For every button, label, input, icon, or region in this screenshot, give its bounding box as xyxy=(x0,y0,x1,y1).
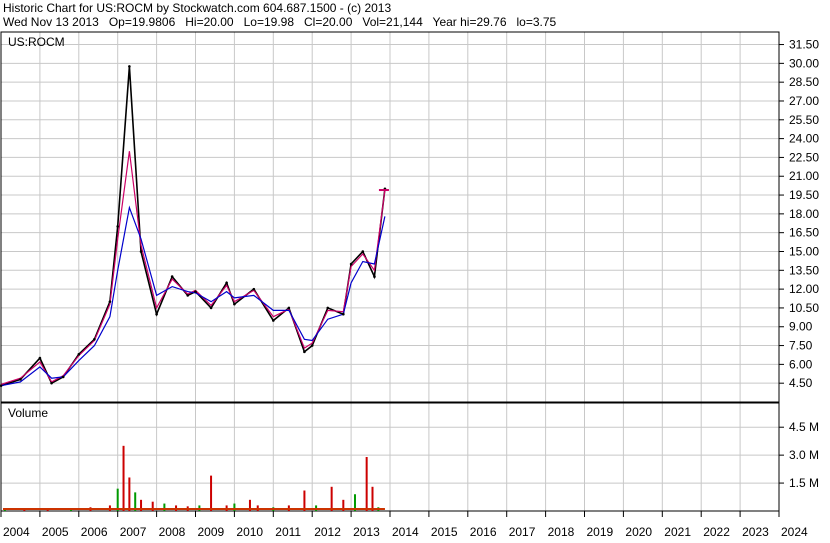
volume-bar xyxy=(122,445,125,511)
volume-tick-label: 1.5 M xyxy=(789,476,819,490)
price-point xyxy=(139,250,143,253)
price-point xyxy=(349,262,353,266)
price-point xyxy=(361,250,365,253)
price-tick-label: 31.50 xyxy=(789,38,819,52)
price-point xyxy=(108,300,112,303)
volume-bar xyxy=(128,477,131,511)
price-point xyxy=(272,319,275,322)
price-tick-label: 4.50 xyxy=(789,376,813,390)
price-point xyxy=(209,306,213,310)
year-tick-label: 2008 xyxy=(159,525,186,539)
price-point xyxy=(170,275,174,278)
year-tick-label: 2005 xyxy=(42,525,69,539)
price-point xyxy=(326,306,330,310)
price-point xyxy=(303,350,306,354)
price-point xyxy=(310,344,314,347)
volume-bar xyxy=(371,486,374,511)
year-tick-label: 2014 xyxy=(392,525,419,539)
year-tick-label: 2020 xyxy=(625,525,652,539)
price-tick-label: 21.00 xyxy=(789,169,819,183)
price-tick-label: 22.50 xyxy=(789,150,819,164)
year-tick-label: 2010 xyxy=(236,525,263,539)
volume-baseline-strip xyxy=(3,508,385,510)
year-tick-label: 2017 xyxy=(509,525,536,539)
year-tick-label: 2023 xyxy=(742,525,769,539)
year-tick-label: 2009 xyxy=(198,525,225,539)
price-tick-label: 27.00 xyxy=(789,94,819,108)
year-tick-label: 2004 xyxy=(3,525,30,539)
year-tick-label: 2021 xyxy=(664,525,691,539)
price-point xyxy=(61,375,65,379)
price-tick-label: 9.00 xyxy=(789,320,813,334)
price-point xyxy=(225,281,228,285)
volume-bar xyxy=(210,475,213,511)
price-point xyxy=(19,378,22,381)
price-point xyxy=(186,294,190,297)
year-tick-label: 2007 xyxy=(120,525,147,539)
price-point xyxy=(373,275,376,278)
price-tick-label: 16.50 xyxy=(789,226,819,240)
price-point xyxy=(252,287,256,291)
price-tick-label: 13.50 xyxy=(789,263,819,277)
price-point xyxy=(194,290,197,293)
volume-bar xyxy=(303,490,306,511)
price-point xyxy=(77,353,81,356)
price-point xyxy=(155,312,158,316)
price-point xyxy=(233,302,236,306)
year-tick-label: 2022 xyxy=(703,525,730,539)
price-point xyxy=(128,65,131,68)
volume-panel-label: Volume xyxy=(8,406,48,420)
price-tick-label: 28.50 xyxy=(789,75,819,89)
price-series-line xyxy=(0,66,386,387)
year-tick-label: 2016 xyxy=(470,525,497,539)
historic-chart: US:ROCM Volume 31.50 30.00 28.50 27.00 25.50… xyxy=(0,31,819,539)
price-tick-label: 30.00 xyxy=(789,56,819,70)
year-tick-label: 2015 xyxy=(431,525,458,539)
price-tick-label: 6.00 xyxy=(789,357,813,371)
year-tick-label: 2018 xyxy=(548,525,575,539)
price-tick-label: 12.00 xyxy=(789,282,819,296)
year-tick-label: 2006 xyxy=(81,525,108,539)
price-point xyxy=(93,337,96,341)
price-series-line xyxy=(0,151,386,385)
year-tick-label: 2011 xyxy=(275,525,301,539)
volume-tick-label: 3.0 M xyxy=(789,448,819,462)
price-tick-label: 18.00 xyxy=(789,207,819,221)
volume-bar xyxy=(116,488,119,511)
year-tick-label: 2012 xyxy=(314,525,341,539)
price-tick-label: 24.00 xyxy=(789,132,819,146)
volume-bar xyxy=(330,486,333,511)
price-point xyxy=(287,306,291,310)
price-point xyxy=(50,381,53,385)
price-tick-label: 15.00 xyxy=(789,244,819,258)
price-tick-label: 7.50 xyxy=(789,339,813,353)
year-tick-label: 2019 xyxy=(587,525,614,539)
price-point xyxy=(116,225,119,228)
volume-bar xyxy=(365,457,368,511)
year-tick-label: 2024 xyxy=(781,525,808,539)
price-tick-label: 19.50 xyxy=(789,188,819,202)
year-tick-label: 2013 xyxy=(353,525,380,539)
price-panel-label: US:ROCM xyxy=(8,35,65,49)
price-series-line xyxy=(0,205,386,387)
price-point xyxy=(38,356,42,360)
volume-tick-label: 4.5 M xyxy=(789,420,819,434)
price-point xyxy=(342,312,345,316)
price-tick-label: 25.50 xyxy=(789,113,819,127)
price-tick-label: 10.50 xyxy=(789,301,819,315)
